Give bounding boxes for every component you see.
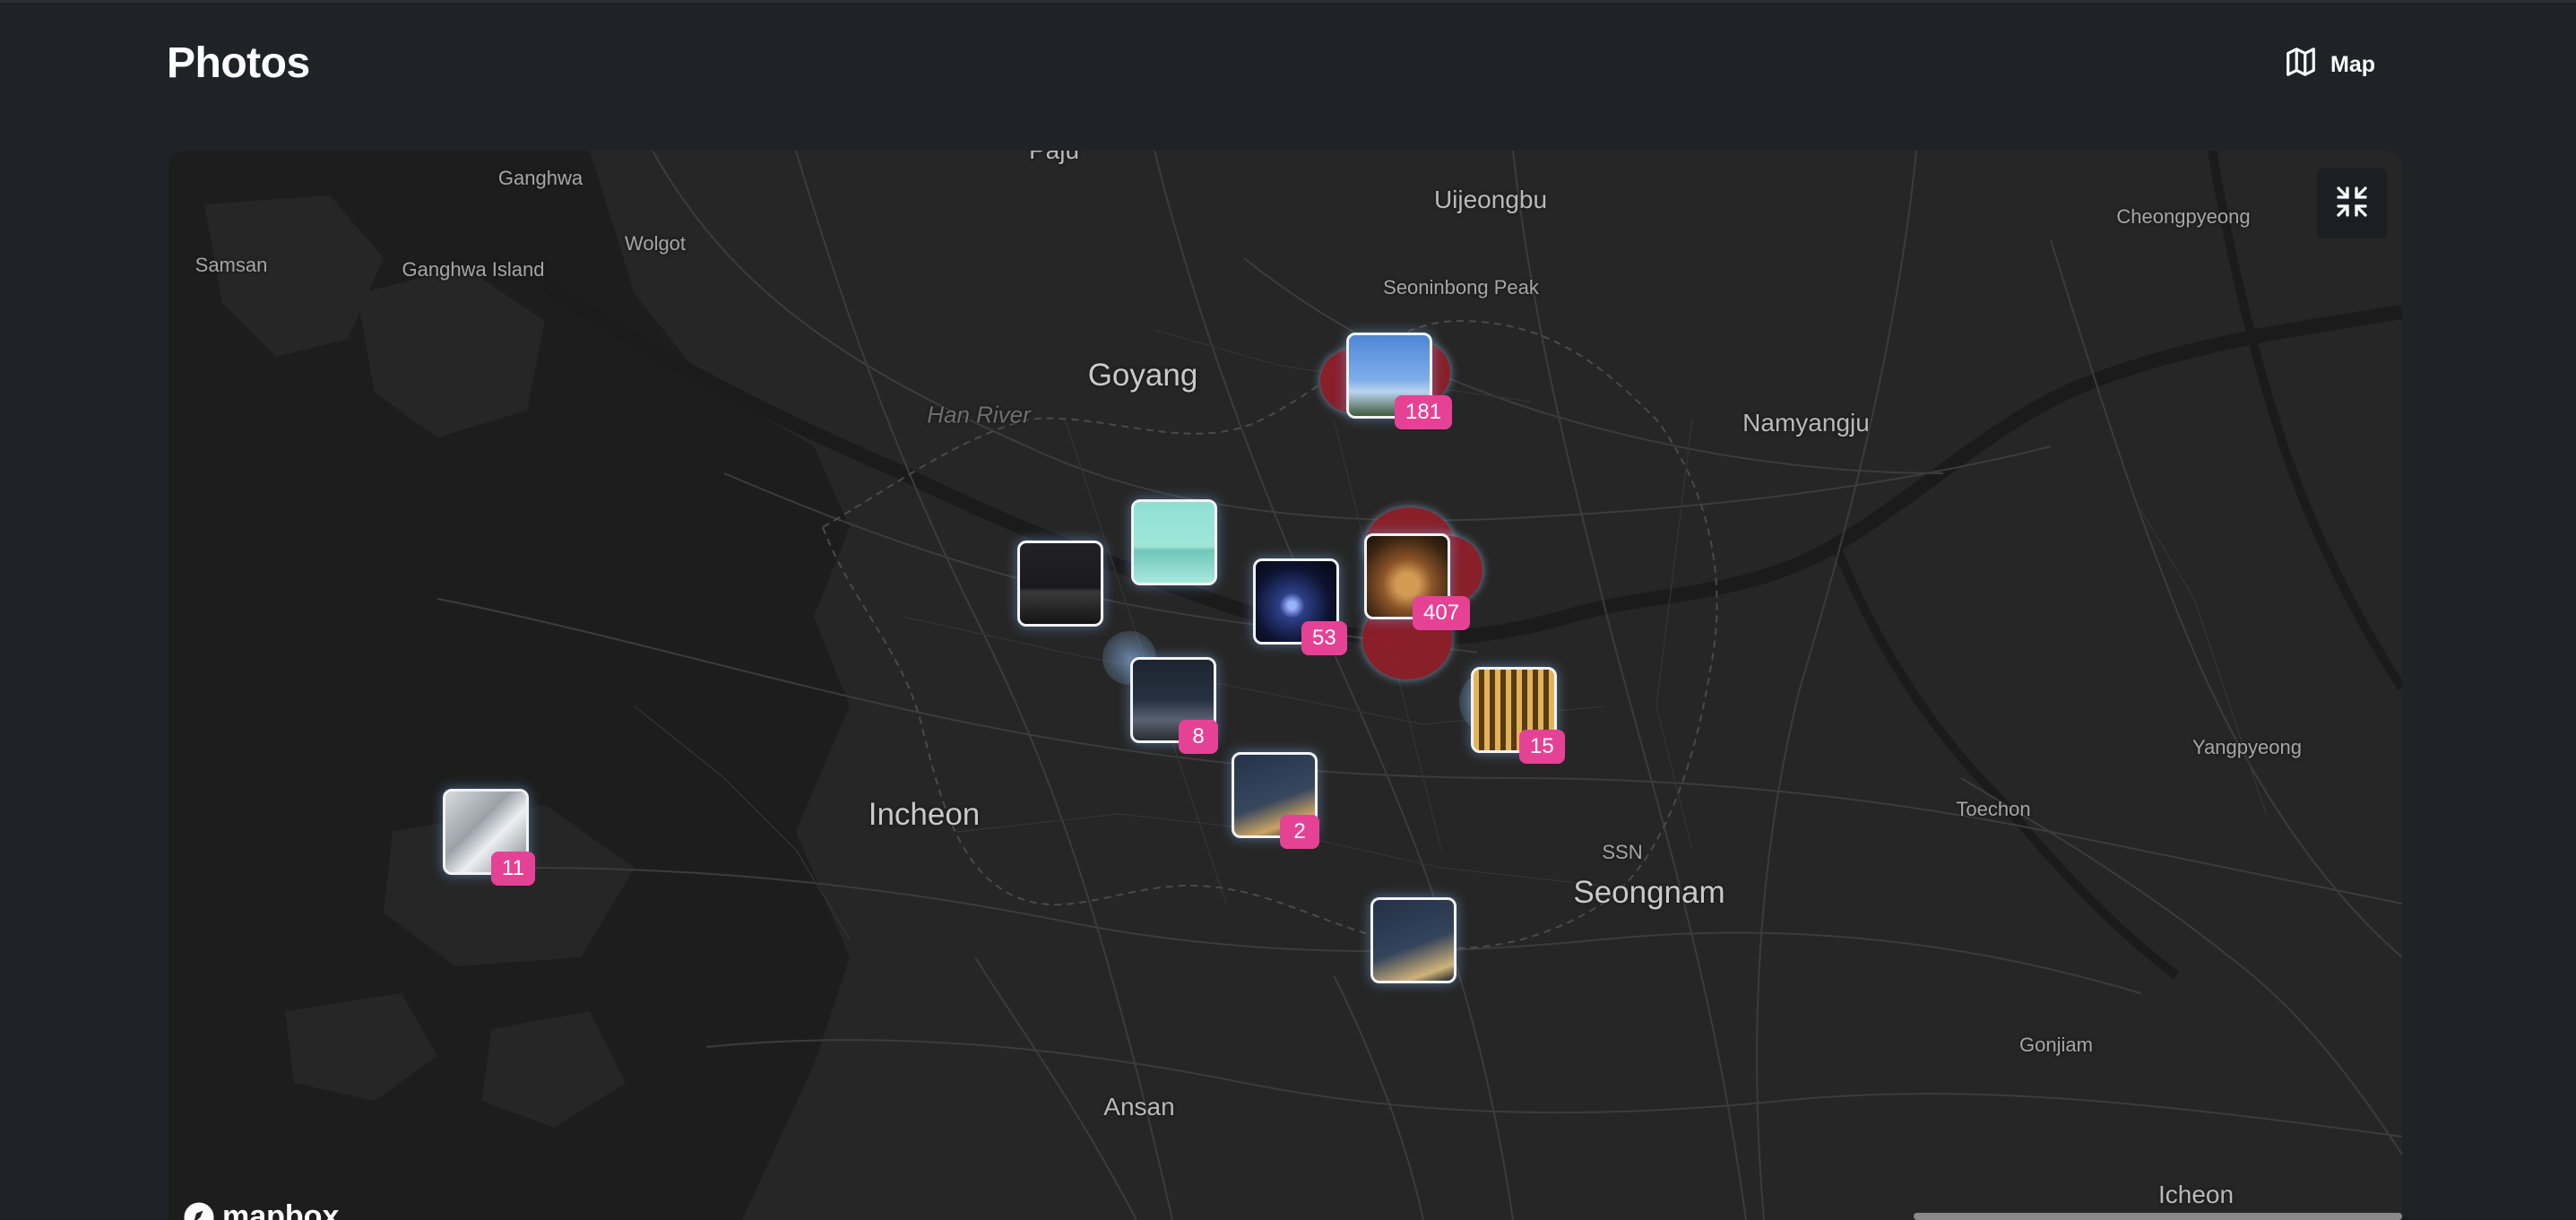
photo-marker[interactable] [1131, 499, 1217, 585]
photo-cluster[interactable]: 11 [443, 789, 529, 875]
place-label-han-river: Han River [927, 402, 1031, 429]
photo-cluster[interactable]: 407 [1364, 533, 1450, 619]
photo-count-badge: 15 [1519, 730, 1565, 764]
photo-count-badge: 11 [491, 852, 535, 886]
place-label-yangpyeong: Yangpyeong [2192, 736, 2302, 759]
photo-cluster[interactable]: 181 [1346, 333, 1432, 419]
app-window: Photos Map [0, 0, 2576, 1217]
place-label-uijeongbu: Uijeongbu [1434, 186, 1547, 214]
photo-count-badge: 53 [1301, 621, 1347, 655]
photo-count-badge: 407 [1413, 596, 1470, 630]
photo-marker[interactable] [1017, 541, 1103, 627]
map-view-label: Map [2330, 52, 2375, 78]
map-icon [2284, 45, 2318, 85]
place-label-goyang: Goyang [1088, 358, 1198, 394]
place-label-toechon: Toechon [1956, 798, 2030, 821]
place-label-icheon: Icheon [2158, 1181, 2234, 1209]
photo-cluster[interactable]: 8 [1130, 657, 1216, 743]
photo-cluster[interactable]: 2 [1232, 752, 1318, 838]
place-label-cheongpyeong: Cheongpyeong [2116, 205, 2250, 229]
place-label-wolgot: Wolgot [625, 232, 686, 255]
photo-count-badge: 8 [1179, 720, 1218, 754]
place-label-ganghwa: Ganghwa [498, 167, 583, 190]
place-label-ganghwa-island: Ganghwa Island [402, 258, 545, 281]
place-label-samsan: Samsan [195, 254, 268, 277]
place-label-seongnam: Seongnam [1573, 875, 1725, 911]
photo-thumbnail [1131, 499, 1217, 585]
photo-thumbnail [1017, 541, 1103, 627]
collapse-icon [2334, 184, 2370, 224]
photo-cluster[interactable]: 53 [1253, 558, 1339, 645]
place-label-incheon: Incheon [869, 797, 981, 833]
photo-marker[interactable] [1370, 897, 1457, 983]
photo-thumbnail [1370, 897, 1457, 983]
page-title: Photos [167, 39, 310, 88]
photo-count-badge: 181 [1395, 395, 1452, 429]
photo-cluster[interactable]: 15 [1471, 667, 1557, 753]
map-view-button[interactable]: Map [2284, 44, 2375, 85]
exit-fullscreen-button[interactable] [2317, 169, 2387, 238]
photo-count-badge: 2 [1280, 815, 1319, 849]
place-label-gonjiam: Gonjiam [2019, 1034, 2093, 1057]
horizontal-scrollbar[interactable] [1914, 1213, 2402, 1220]
photo-map[interactable]: Paju Ganghwa Uijeongbu Cheongpyeong Sams… [169, 151, 2402, 1220]
place-label-ansan: Ansan [1103, 1093, 1174, 1121]
place-label-ssn: SSN [1602, 841, 1642, 864]
place-label-namyangju: Namyangju [1742, 409, 1870, 437]
page-header: Photos Map [0, 3, 2576, 137]
map-basemap [169, 151, 2402, 1220]
place-label-paju: Paju [1029, 151, 1079, 165]
place-label-seoninbong: Seoninbong Peak [1383, 276, 1539, 299]
